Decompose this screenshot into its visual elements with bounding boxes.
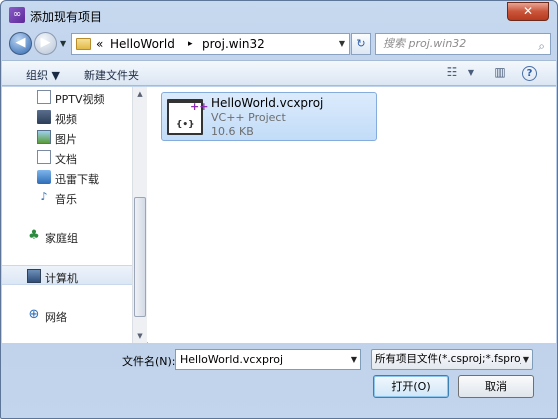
vcxproj-file-icon: ++ {•} xyxy=(167,99,208,135)
sidebar-item-pictures[interactable]: 图片 xyxy=(2,127,132,147)
network-icon: ⊕ xyxy=(28,307,40,322)
close-button[interactable]: ✕ xyxy=(507,2,549,21)
dialog-footer: 文件名(N): HelloWorld.vcxproj ▼ 所有项目文件(*.cs… xyxy=(1,344,557,418)
sidebar-item-label: 视频 xyxy=(55,113,77,126)
filename-label: 文件名(N): xyxy=(122,355,176,368)
sidebar-item-pptv[interactable]: PPTV视频 xyxy=(2,87,132,107)
filter-dropdown-icon[interactable]: ▼ xyxy=(520,350,529,369)
pptv-video-icon xyxy=(37,90,51,104)
video-library-icon xyxy=(37,110,51,124)
music-library-icon: ♪ xyxy=(40,190,48,203)
homegroup-icon: ♣ xyxy=(28,228,40,243)
breadcrumb-helloworld[interactable]: HelloWorld xyxy=(110,37,175,51)
cancel-button[interactable]: 取消 xyxy=(458,375,534,398)
sidebar-item-homegroup[interactable]: ♣ 家庭组 xyxy=(2,226,132,246)
file-type-filter-select[interactable]: 所有项目文件(*.csproj;*.fsproj ▼ xyxy=(371,349,533,370)
sidebar-item-music[interactable]: ♪ 音乐 xyxy=(2,187,132,207)
sidebar-item-label: 计算机 xyxy=(45,272,78,285)
breadcrumb-separator[interactable]: ▸ xyxy=(188,39,193,49)
title-bar: ∞ 添加现有项目 ✕ xyxy=(1,1,557,29)
window-title: 添加现有项目 xyxy=(30,10,103,24)
search-input[interactable]: 搜索 proj.win32 ⌕ xyxy=(375,33,551,55)
change-view-icon[interactable]: ☷ xyxy=(443,65,461,81)
refresh-button[interactable]: ↻ xyxy=(351,33,371,55)
scroll-up-icon[interactable]: ▲ xyxy=(133,87,147,101)
open-button[interactable]: 打开(O) xyxy=(373,375,449,398)
scroll-down-icon[interactable]: ▼ xyxy=(133,329,147,343)
sidebar-item-network[interactable]: ⊕ 网络 xyxy=(2,305,132,325)
organize-button[interactable]: 组织 ▼ xyxy=(26,67,60,83)
file-item-helloworld-vcxproj[interactable]: ++ {•} HelloWorld.vcxproj VC++ Project 1… xyxy=(161,92,377,141)
sidebar-item-label: 文档 xyxy=(55,153,77,166)
preview-pane-icon[interactable]: ▥ xyxy=(491,65,509,81)
filename-input[interactable]: HelloWorld.vcxproj ▼ xyxy=(175,349,361,370)
picture-library-icon xyxy=(37,130,51,144)
file-size: 10.6 KB xyxy=(211,125,254,138)
sidebar-item-label: 网络 xyxy=(45,311,67,324)
file-type: VC++ Project xyxy=(211,111,286,124)
filename-dropdown-icon[interactable]: ▼ xyxy=(351,350,357,369)
navigation-bar: ◀ ▶ ▼ « HelloWorld ▸ proj.win32 ▼ ↻ 搜索 p… xyxy=(7,31,553,57)
sidebar-item-label: 音乐 xyxy=(55,193,77,206)
sidebar-item-label: 图片 xyxy=(55,133,77,146)
visual-studio-icon: ∞ xyxy=(9,7,25,23)
file-type-filter-value: 所有项目文件(*.csproj;*.fsproj xyxy=(375,353,524,365)
scrollbar-thumb[interactable] xyxy=(134,197,146,317)
sidebar-item-thunder-download[interactable]: 迅雷下载 xyxy=(2,167,132,187)
search-placeholder: 搜索 proj.win32 xyxy=(383,37,467,50)
recent-pages-dropdown[interactable]: ▼ xyxy=(60,39,66,48)
computer-icon xyxy=(27,269,41,283)
content-area: PPTV视频 视频 图片 文档 迅雷下载 ♪ 音乐 ♣ 家庭组 计算机 ⊕ 网络… xyxy=(2,87,556,343)
navigation-pane-scrollbar[interactable]: ▲ ▼ xyxy=(132,87,147,343)
forward-button[interactable]: ▶ xyxy=(34,32,57,55)
address-dropdown-icon[interactable]: ▼ xyxy=(339,39,345,48)
view-options-dropdown-icon[interactable]: ▼ xyxy=(462,68,480,84)
breadcrumb-proj-win32[interactable]: proj.win32 xyxy=(202,37,265,51)
sidebar-item-label: 迅雷下载 xyxy=(55,173,99,186)
add-existing-item-dialog: ∞ 添加现有项目 ✕ ◀ ▶ ▼ « HelloWorld ▸ proj.win… xyxy=(0,0,558,419)
command-toolbar: 组织 ▼ 新建文件夹 ☷ ▼ ▥ ? xyxy=(2,60,556,86)
sidebar-item-label: PPTV视频 xyxy=(55,93,105,106)
new-folder-button[interactable]: 新建文件夹 xyxy=(84,67,139,83)
sidebar-item-documents[interactable]: 文档 xyxy=(2,147,132,167)
sidebar-item-video[interactable]: 视频 xyxy=(2,107,132,127)
breadcrumb-overflow[interactable]: « xyxy=(96,37,103,51)
filename-value: HelloWorld.vcxproj xyxy=(180,353,284,366)
thunder-download-icon xyxy=(37,170,51,184)
folder-icon xyxy=(76,38,91,50)
vcxproj-body-glyph: {•} xyxy=(176,120,195,130)
navigation-pane: PPTV视频 视频 图片 文档 迅雷下载 ♪ 音乐 ♣ 家庭组 计算机 ⊕ 网络… xyxy=(2,87,147,343)
sidebar-item-computer[interactable]: 计算机 xyxy=(2,265,132,285)
vcxproj-plus-glyph: ++ xyxy=(190,100,209,113)
document-library-icon xyxy=(37,150,51,164)
help-icon[interactable]: ? xyxy=(522,66,537,81)
sidebar-item-label: 家庭组 xyxy=(45,232,78,245)
search-icon[interactable]: ⌕ xyxy=(538,36,545,56)
file-name: HelloWorld.vcxproj xyxy=(211,96,324,110)
address-bar[interactable]: « HelloWorld ▸ proj.win32 ▼ xyxy=(71,33,350,55)
back-button[interactable]: ◀ xyxy=(9,32,32,55)
file-list: ++ {•} HelloWorld.vcxproj VC++ Project 1… xyxy=(148,87,556,343)
